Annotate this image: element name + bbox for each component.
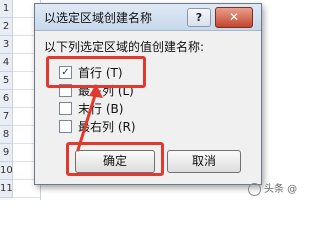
sheet-row-header: 8 [0,126,13,144]
annotation-arrow-icon [76,84,103,152]
sheet-row-header: 10 [0,162,13,180]
sheet-row-header: 6 [0,90,13,108]
close-button[interactable]: ✕ [215,7,253,28]
help-button[interactable]: ? [187,8,211,27]
watermark-text: 头条 @ [264,184,298,195]
right-column-checkbox[interactable] [59,120,72,133]
sheet-row-header: 9 [0,144,13,162]
sheet-row-header: 11 [0,180,13,198]
dialog-title: 以选定区域创建名称 [44,11,153,25]
sheet-row-header: 1 [0,0,13,18]
dialog-prompt: 以下列选定区域的值创建名称: [44,40,205,54]
bottom-row-checkbox[interactable] [59,102,72,115]
sheet-row-header: 5 [0,72,13,90]
watermark-logo-icon [248,182,261,196]
sheet-gridline [13,197,40,198]
sheet-row-header: 3 [0,36,13,54]
dialog-titlebar: 以选定区域创建名称 ? ✕ [35,4,261,31]
cancel-button[interactable]: 取消 [167,150,241,173]
sheet-row-header: 7 [0,108,13,126]
sheet-row-header: 2 [0,18,13,36]
watermark: 头条 @ [248,180,297,196]
sheet-row-header: 4 [0,54,13,72]
